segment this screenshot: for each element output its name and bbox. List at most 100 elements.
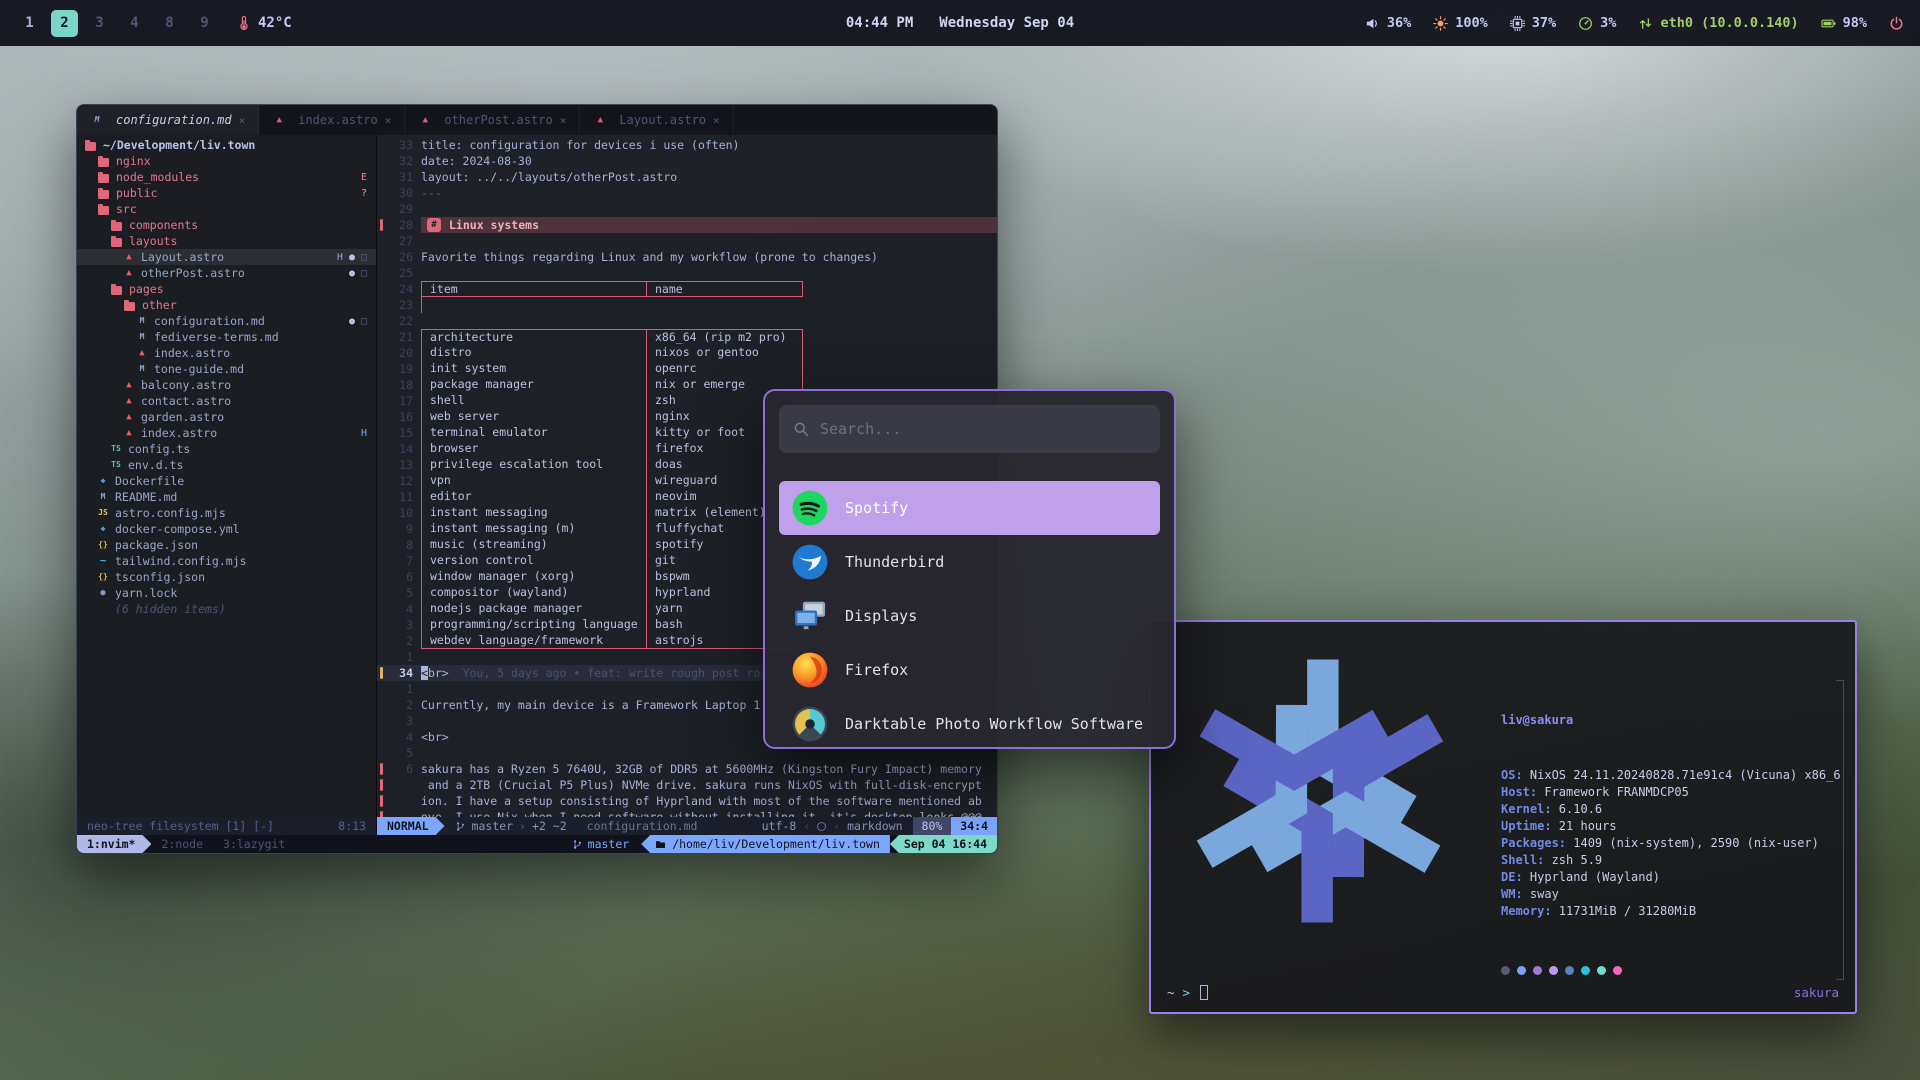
- tree-item[interactable]: ~/Development/liv.town: [77, 137, 376, 153]
- tree-item-label: configuration.md: [154, 314, 265, 328]
- workspace-2[interactable]: 2: [51, 10, 78, 37]
- tree-item[interactable]: ▲index.astro: [77, 345, 376, 361]
- launcher-item-darktable[interactable]: Darktable Photo Workflow Software: [779, 697, 1160, 749]
- line-number: 12: [387, 473, 421, 489]
- tree-item[interactable]: Mfediverse-terms.md: [77, 329, 376, 345]
- module-cpu[interactable]: 3%: [1578, 15, 1616, 31]
- line-number: 20: [387, 345, 421, 361]
- tree-item[interactable]: ◆Dockerfile: [77, 473, 376, 489]
- displays-icon: [791, 597, 829, 635]
- shell-prompt[interactable]: ~ > sakura: [1167, 985, 1839, 1000]
- gutter-sign: [377, 761, 387, 777]
- fetch-field-label: DE:: [1501, 870, 1523, 884]
- tree-item[interactable]: Mconfiguration.md●□: [77, 313, 376, 329]
- thunderbird-icon: [791, 543, 829, 581]
- thermometer-icon: [236, 16, 251, 31]
- astro-file-icon: ▲: [122, 409, 136, 425]
- tree-item[interactable]: ◆docker-compose.yml: [77, 521, 376, 537]
- tree-item[interactable]: ▲contact.astro: [77, 393, 376, 409]
- tree-item-label: astro.config.mjs: [115, 506, 226, 520]
- module-memory[interactable]: 37%: [1510, 15, 1556, 31]
- workspace-1[interactable]: 1: [16, 10, 43, 37]
- tree-item[interactable]: layouts: [77, 233, 376, 249]
- tree-item[interactable]: ▲index.astroH: [77, 425, 376, 441]
- tab-Layout.astro[interactable]: ▲Layout.astro×: [580, 105, 733, 135]
- line-number: 31: [387, 169, 421, 185]
- fetch-field-value: 11731MiB / 31280MiB: [1552, 904, 1697, 918]
- tree-item[interactable]: ▲balcony.astro: [77, 377, 376, 393]
- buffer-text: Favorite things regarding Linux and my w…: [421, 249, 878, 265]
- table-cell-item: compositor (wayland): [421, 585, 646, 601]
- launcher-item-thunderbird[interactable]: Thunderbird: [779, 535, 1160, 589]
- tree-item-label: (6 hidden items): [115, 602, 226, 616]
- workspace-8[interactable]: 8: [156, 10, 183, 37]
- buffer-line: 33title: configuration for devices i use…: [377, 137, 997, 153]
- table-cell-item: privilege escalation tool: [421, 457, 646, 473]
- close-tab-icon[interactable]: ×: [239, 114, 246, 127]
- tree-item-label: other: [142, 298, 177, 312]
- table-cell-name: name: [646, 281, 803, 297]
- tree-item[interactable]: (6 hidden items): [77, 601, 376, 617]
- tree-item-label: env.d.ts: [128, 458, 183, 472]
- fetch-fields: OS: NixOS 24.11.20240828.71e91c4 (Vicuna…: [1501, 767, 1846, 920]
- tree-item-badges: ●□: [349, 316, 376, 327]
- tab-configuration.md[interactable]: Mconfiguration.md×: [77, 105, 259, 135]
- tree-item-label: README.md: [115, 490, 177, 504]
- git-stats: +2 ~2: [532, 819, 567, 833]
- gutter-sign: [377, 489, 387, 505]
- tree-item-label: Dockerfile: [115, 474, 184, 488]
- module-network[interactable]: eth0 (10.0.0.140): [1638, 15, 1798, 31]
- workspace-4[interactable]: 4: [121, 10, 148, 37]
- tree-item[interactable]: ▲garden.astro: [77, 409, 376, 425]
- launcher-item-spotify[interactable]: Spotify: [779, 481, 1160, 535]
- tree-item[interactable]: node_modulesE: [77, 169, 376, 185]
- workspace-3[interactable]: 3: [86, 10, 113, 37]
- tree-item[interactable]: ▲Layout.astroH●□: [77, 249, 376, 265]
- neotree-cursor-position: 8:13: [338, 819, 366, 833]
- tree-item[interactable]: public?: [77, 185, 376, 201]
- module-volume[interactable]: 36%: [1365, 15, 1411, 31]
- fetch-field-host: Host: Framework FRANMDCP05: [1501, 784, 1846, 801]
- tree-item[interactable]: {}package.json: [77, 537, 376, 553]
- tree-item[interactable]: {}tsconfig.json: [77, 569, 376, 585]
- close-tab-icon[interactable]: ×: [560, 114, 567, 127]
- tree-item[interactable]: src: [77, 201, 376, 217]
- tmux-window-3:lazygit[interactable]: 3:lazygit: [213, 835, 295, 853]
- tree-item[interactable]: ▲otherPost.astro●□: [77, 265, 376, 281]
- tmux-window-2:node[interactable]: 2:node: [151, 835, 213, 853]
- line-number: 4: [387, 729, 421, 745]
- tree-item[interactable]: MREADME.md: [77, 489, 376, 505]
- module-battery[interactable]: 98%: [1821, 15, 1867, 31]
- launcher-item-firefox[interactable]: Firefox: [779, 643, 1160, 697]
- tree-item[interactable]: Mtone-guide.md: [77, 361, 376, 377]
- tree-item[interactable]: nginx: [77, 153, 376, 169]
- tree-item[interactable]: components: [77, 217, 376, 233]
- tree-item[interactable]: ~tailwind.config.mjs: [77, 553, 376, 569]
- tree-item[interactable]: pages: [77, 281, 376, 297]
- tree-item[interactable]: JSastro.config.mjs: [77, 505, 376, 521]
- tree-item[interactable]: other: [77, 297, 376, 313]
- gutter-sign: [377, 521, 387, 537]
- launcher-item-displays[interactable]: Displays: [779, 589, 1160, 643]
- tree-item[interactable]: ●yarn.lock: [77, 585, 376, 601]
- palette-dot-2: [1533, 966, 1542, 975]
- search-input[interactable]: [820, 420, 1146, 438]
- tab-otherPost.astro[interactable]: ▲otherPost.astro×: [405, 105, 580, 135]
- tab-label: configuration.md: [116, 113, 232, 127]
- ts-file-icon: TS: [109, 457, 123, 473]
- fetch-field-value: Framework FRANMDCP05: [1537, 785, 1689, 799]
- gutter-sign: [377, 345, 387, 361]
- firefox-icon: [791, 651, 829, 689]
- close-tab-icon[interactable]: ×: [713, 114, 720, 127]
- power-button[interactable]: [1889, 16, 1904, 31]
- module-brightness[interactable]: 100%: [1433, 15, 1488, 31]
- md-file-icon: M: [135, 361, 149, 377]
- tree-item-label: public: [116, 186, 158, 200]
- gutter-sign: [377, 729, 387, 745]
- tmux-window-1:nvim*[interactable]: 1:nvim*: [77, 835, 151, 853]
- tab-index.astro[interactable]: ▲index.astro×: [259, 105, 405, 135]
- tree-item[interactable]: TSconfig.ts: [77, 441, 376, 457]
- tree-item[interactable]: TS env.d.ts: [77, 457, 376, 473]
- close-tab-icon[interactable]: ×: [385, 114, 392, 127]
- workspace-9[interactable]: 9: [191, 10, 218, 37]
